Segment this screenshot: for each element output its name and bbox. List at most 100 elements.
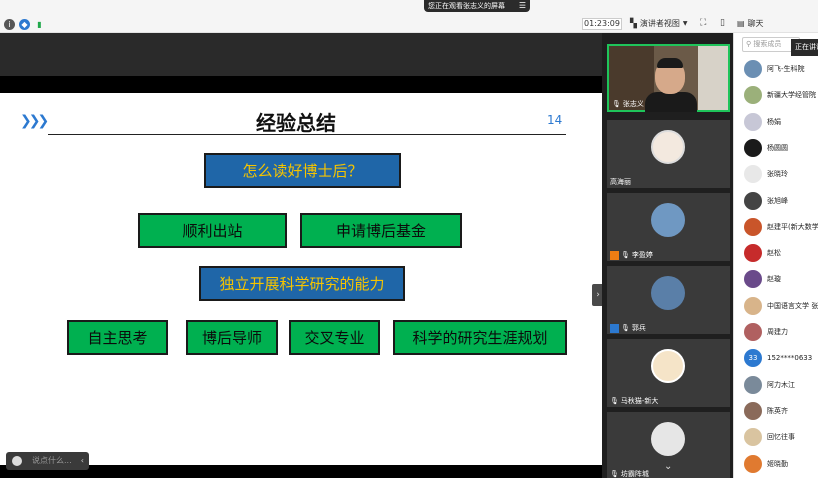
video-tile-name: 🎙 张志义 — [612, 100, 644, 108]
chevron-down-icon[interactable]: ⌄ — [664, 461, 672, 472]
slide-title: 经验总结 — [256, 111, 336, 135]
avatar: 33 — [744, 349, 762, 368]
avatar — [744, 138, 762, 157]
graduate-box: 顺利出站 — [138, 213, 287, 248]
signal-icon[interactable]: ▮ — [34, 19, 45, 30]
menu-icon[interactable]: ☰ — [519, 0, 526, 12]
avatar — [744, 270, 762, 289]
video-tile[interactable]: 🎙 郭兵 — [607, 266, 730, 334]
chat-button[interactable]: ▤ 聊天 — [737, 18, 764, 30]
video-tile[interactable]: 🎙 李盈婷 — [607, 193, 730, 261]
participant-name: 阿飞-生科院 — [767, 65, 805, 73]
participant-row[interactable]: 杨娟 — [744, 112, 781, 132]
meeting-timer: 01:23:09 — [582, 18, 622, 30]
video-tile[interactable]: 高海丽 — [607, 120, 730, 188]
info-icon[interactable]: i — [4, 18, 15, 30]
participant-row[interactable]: 赵璇 — [744, 269, 781, 289]
chat-input[interactable]: 说点什么... ‹ — [6, 452, 89, 470]
participant-row[interactable]: 回忆往事 — [744, 427, 795, 447]
avatar — [744, 191, 762, 210]
layout-icon[interactable]: ▯ — [720, 18, 725, 28]
participant-row[interactable]: 新疆大学经管院 — [744, 85, 816, 105]
letterbox-top — [0, 76, 602, 93]
participant-name: 阿力木江 — [767, 380, 795, 389]
shared-screen: ❯❯❯ 经验总结 14 怎么读好博士后？ 顺利出站 申请博后基金 独立开展科学研… — [0, 33, 604, 478]
chat-input-placeholder: 说点什么... — [32, 456, 72, 465]
mic-icon: 🎙 — [610, 470, 619, 478]
participant-name: 赵建平(新大数学 — [767, 222, 818, 231]
independent-thinking-box: 自主思考 — [67, 320, 168, 355]
room-background — [698, 46, 728, 110]
participant-row[interactable]: 姬晓勤 — [744, 454, 788, 474]
participant-row[interactable]: 阿力木江 — [744, 375, 795, 395]
speaking-indicator: 正在讲话 — [791, 39, 818, 56]
screen-share-banner: 您正在观看张志义的屏幕 ☰ — [424, 0, 530, 12]
avatar — [744, 428, 762, 447]
view-mode-button[interactable]: ▚ 演讲者视图 ▼ — [630, 18, 688, 30]
mic-icon: 🎙 — [621, 251, 630, 259]
avatar — [651, 349, 685, 383]
video-tile-name: 🎙 坊霸阵城 — [610, 470, 649, 478]
advisor-box: 博后导师 — [186, 320, 278, 355]
mic-icon: 🎙 — [612, 100, 621, 108]
avatar — [744, 323, 762, 341]
avatar — [744, 454, 762, 473]
avatar — [744, 165, 762, 184]
video-tiles-panel: 🎙 张志义 高海丽 🎙 李盈婷 🎙 郭兵 🎙 马秋猫-新大 🎙 坊霸阵城 ⌄ — [602, 33, 733, 478]
question-box: 怎么读好博士后？ — [204, 153, 401, 188]
chat-label: 聊天 — [747, 19, 764, 28]
avatar — [744, 60, 762, 78]
mic-icon: 🎙 — [610, 397, 619, 405]
shield-icon[interactable]: ◆ — [19, 18, 30, 30]
participant-row[interactable]: 陈英齐 — [744, 401, 788, 421]
participant-name: 姬晓勤 — [767, 459, 788, 468]
user-badge-icon — [610, 323, 619, 333]
participant-row[interactable]: 杨圆圆 — [744, 138, 788, 158]
participant-name: 张旭峰 — [767, 196, 788, 205]
participant-name: 杨娟 — [767, 117, 781, 126]
avatar — [651, 422, 685, 456]
participant-name: 杨圆圆 — [767, 143, 788, 152]
participant-row[interactable]: 中国语言文学 张 — [744, 296, 818, 316]
video-tile-name: 🎙 马秋猫-新大 — [610, 397, 659, 405]
avatar — [651, 203, 685, 237]
avatar — [651, 130, 685, 164]
participant-row[interactable]: 张旭峰 — [744, 191, 788, 211]
fullscreen-icon[interactable]: ⛶ — [700, 18, 706, 28]
chevron-down-icon: ▼ — [682, 20, 688, 27]
video-tile[interactable]: 🎙 马秋猫-新大 — [607, 339, 730, 407]
speaker-hair — [657, 58, 683, 68]
participant-row[interactable]: 张晓玲 — [744, 164, 788, 184]
participant-name: 中国语言文学 张 — [767, 301, 818, 310]
user-badge-icon — [610, 250, 619, 260]
participant-row[interactable]: 33 152****0633 — [744, 348, 812, 368]
avatar — [744, 244, 762, 263]
slide-number: 14 — [547, 113, 563, 127]
avatar — [744, 296, 762, 315]
chevron-left-icon[interactable]: ‹ — [81, 452, 84, 470]
participant-name: 赵松 — [767, 249, 781, 258]
participant-row[interactable]: 赵松 — [744, 243, 781, 263]
chat-icon: ▤ — [737, 19, 745, 28]
title-divider — [48, 134, 566, 135]
video-tile-name: 🎙 郭兵 — [610, 323, 646, 333]
participant-name: 新疆大学经管院 — [767, 91, 816, 100]
speaker-body — [645, 92, 697, 112]
participant-row[interactable]: 赵建平(新大数学 — [744, 217, 818, 237]
video-tile[interactable]: 🎙 张志义 — [607, 44, 730, 112]
participant-row[interactable]: 阿飞-生科院 — [744, 59, 805, 79]
cross-discipline-box: 交叉专业 — [289, 320, 380, 355]
avatar — [744, 112, 762, 131]
avatar — [744, 401, 762, 420]
participant-list: ⚲ 搜索成员 正在讲话 阿飞-生科院新疆大学经管院杨娟杨圆圆张晓玲张旭峰赵建平(… — [733, 33, 818, 478]
search-placeholder: 搜索成员 — [753, 40, 782, 48]
meeting-window: 您正在观看张志义的屏幕 ☰ i ◆ ▮ 01:23:09 ▚ 演讲者视图 ▼ ⛶… — [0, 0, 818, 478]
career-plan-box: 科学的研究生涯规划 — [393, 320, 567, 355]
participant-row[interactable]: 周建力 — [744, 322, 788, 342]
grid-icon: ▚ — [630, 19, 637, 29]
chevrons-icon: ❯❯❯ — [20, 113, 49, 129]
emoji-icon[interactable] — [12, 456, 22, 466]
participant-name: 回忆往事 — [767, 433, 795, 442]
presentation-slide: ❯❯❯ 经验总结 14 怎么读好博士后？ 顺利出站 申请博后基金 独立开展科学研… — [0, 93, 602, 465]
video-tile-name: 高海丽 — [610, 178, 631, 186]
